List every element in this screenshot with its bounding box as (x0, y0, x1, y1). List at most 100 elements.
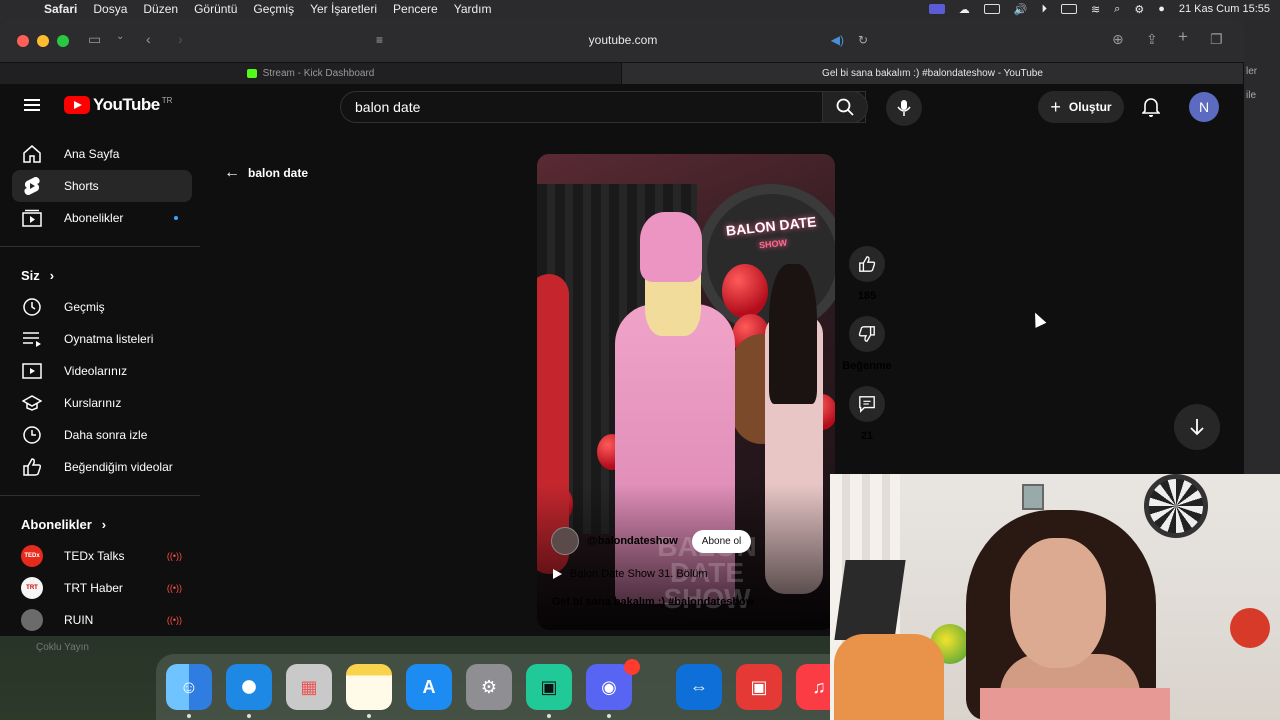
search-input[interactable] (355, 99, 775, 115)
sidebar-channel-ruin[interactable]: RUIN ((•)) (12, 604, 192, 636)
background-window-text: ile (1246, 90, 1257, 101)
tab-youtube[interactable]: Gel bi sana bakalım :) #balondateshow - … (0, 63, 1244, 636)
address-bar[interactable]: ≡ youtube.com ↻ ◀) (370, 28, 876, 52)
zoom-window-button[interactable] (57, 35, 69, 47)
tab-kick-dashboard[interactable]: Stream - Kick Dashboard (0, 63, 622, 84)
safari-icon[interactable] (226, 664, 272, 710)
photo-booth-icon[interactable]: ▣ (736, 664, 782, 710)
launchpad-icon[interactable]: ▦ (286, 664, 332, 710)
reader-icon[interactable]: ≡ (376, 28, 383, 52)
sidebar-subscriptions-header[interactable]: Abonelikler › (21, 508, 200, 540)
sidebar-you-header[interactable]: Siz › (21, 259, 200, 291)
search-query-label: balon date (248, 166, 309, 180)
shorts-player[interactable]: BALON DATESHOW BALON DATE SHOW @balondat… (537, 154, 835, 630)
share-icon[interactable]: ⇪ (1146, 31, 1158, 48)
menubar-app-name[interactable]: Safari (44, 2, 77, 16)
sidebar-item-watch-later[interactable]: Daha sonra izle (12, 419, 192, 451)
back-to-search[interactable]: ← balon date (224, 164, 308, 182)
volume-icon[interactable]: 🔊 (1014, 3, 1028, 16)
sidebar-item-playlists[interactable]: Oynatma listeleri (12, 323, 192, 355)
voice-search-button[interactable] (886, 90, 922, 126)
account-avatar[interactable]: N (1189, 92, 1219, 122)
system-settings-icon[interactable]: ⚙ (466, 664, 512, 710)
back-nav-icon[interactable]: ‹ (146, 31, 151, 47)
youtube-logo[interactable]: YouTube TR (64, 95, 172, 115)
comments-button[interactable] (849, 386, 885, 422)
dislike-button[interactable] (849, 316, 885, 352)
menu-yardim[interactable]: Yardım (454, 2, 492, 16)
cloud-icon[interactable]: ☁ (959, 3, 970, 16)
like-action[interactable]: 185 (837, 246, 897, 302)
sidebar-item-shorts[interactable]: Shorts (12, 170, 192, 202)
short-title[interactable]: Gel bi sana bakalım :) #balondateshow (552, 596, 754, 608)
subscribe-button[interactable]: Abone ol (691, 529, 752, 553)
your-videos-icon (20, 363, 44, 379)
sidebar-item-history[interactable]: Geçmiş (12, 291, 192, 323)
reload-icon[interactable]: ↻ (858, 28, 868, 52)
sidebar-item-subscriptions[interactable]: Abonelikler (12, 202, 192, 234)
sidebar-item-label: Shorts (64, 179, 99, 193)
search-box: ✕ (340, 91, 866, 123)
sidebar-item-liked-videos[interactable]: Beğendiğim videolar (12, 451, 192, 483)
siri-icon[interactable]: ● (1158, 3, 1165, 15)
notes-icon[interactable] (346, 664, 392, 710)
dislike-action[interactable]: Beğenme (837, 316, 897, 372)
channel-avatar[interactable] (551, 527, 579, 555)
play-icon[interactable]: ⏵ (1041, 3, 1047, 16)
sidebar-channel-tedx[interactable]: TEDx TEDx Talks ((•)) (12, 540, 192, 572)
menu-gecmis[interactable]: Geçmiş (253, 2, 294, 16)
country-code: TR (161, 95, 173, 105)
sidebar-toggle-icon[interactable]: ▭ (88, 31, 101, 48)
battery-icon[interactable] (1060, 4, 1077, 14)
sidebar-item-courses[interactable]: Kurslarınız (12, 387, 192, 419)
app-store-icon[interactable]: A (406, 664, 452, 710)
sidebar-item-label: Videolarınız (64, 364, 128, 378)
live-indicator-icon: ((•)) (166, 583, 182, 593)
short-channel-name[interactable]: @balondateshow (587, 535, 678, 547)
teamviewer-icon[interactable]: ⇔ (676, 664, 722, 710)
facetime-icon[interactable]: ▣ (526, 664, 572, 710)
tab-overview-icon[interactable]: ❐ (1210, 31, 1223, 48)
channel-avatar: TRT (21, 577, 43, 599)
menu-goruntu[interactable]: Görüntü (194, 2, 237, 16)
sidebar-item-home[interactable]: Ana Sayfa (12, 138, 192, 170)
dislike-label: Beğenme (842, 360, 892, 372)
chevron-down-icon[interactable]: ⌄ (116, 31, 124, 42)
search-button[interactable] (822, 91, 868, 123)
audio-playing-icon[interactable]: ◀) (831, 28, 844, 52)
close-window-button[interactable] (17, 35, 29, 47)
menu-dosya[interactable]: Dosya (93, 2, 127, 16)
plus-icon: + (1050, 96, 1061, 117)
control-center-icon[interactable]: ⚙ (1134, 3, 1144, 16)
spotlight-icon[interactable]: ⌕ (1114, 3, 1120, 16)
sidebar-item-your-videos[interactable]: Videolarınız (12, 355, 192, 387)
short-series-link[interactable]: Balon Date Show 31. Bölüm (553, 568, 708, 580)
minimize-window-button[interactable] (37, 35, 49, 47)
subscriptions-icon (20, 209, 44, 227)
create-button[interactable]: + Oluştur (1038, 91, 1124, 123)
sidebar-channel-trt-haber[interactable]: TRT TRT Haber ((•)) (12, 572, 192, 604)
video-person-right-hair (769, 264, 817, 404)
new-tab-icon[interactable]: + (1178, 27, 1188, 47)
arrow-down-icon (1190, 419, 1204, 436)
next-short-button[interactable] (1174, 404, 1220, 450)
downloads-icon[interactable]: ⊕ (1112, 31, 1124, 48)
webcam-phone-stand (834, 560, 906, 640)
comments-action[interactable]: 21 (837, 386, 897, 442)
display-icon[interactable] (983, 4, 1000, 14)
menu-pencere[interactable]: Pencere (393, 2, 438, 16)
sidebar-item-label: TRT Haber (64, 581, 123, 595)
forward-nav-icon[interactable]: › (178, 31, 183, 47)
background-window[interactable]: ler ile (1244, 18, 1280, 474)
finder-icon[interactable]: ☺ (166, 664, 212, 710)
notifications-button[interactable] (1141, 97, 1161, 122)
wifi-icon[interactable]: ≋ (1091, 3, 1100, 16)
like-button[interactable] (849, 246, 885, 282)
liked-icon (20, 457, 44, 477)
kick-favicon-icon (246, 69, 257, 78)
menu-duzen[interactable]: Düzen (143, 2, 178, 16)
screen-share-icon[interactable] (928, 4, 945, 14)
menu-icon[interactable] (24, 99, 40, 111)
menu-yer-isaretleri[interactable]: Yer İşaretleri (310, 2, 377, 16)
menubar-clock[interactable]: 21 Kas Cum 15:55 (1179, 3, 1270, 15)
